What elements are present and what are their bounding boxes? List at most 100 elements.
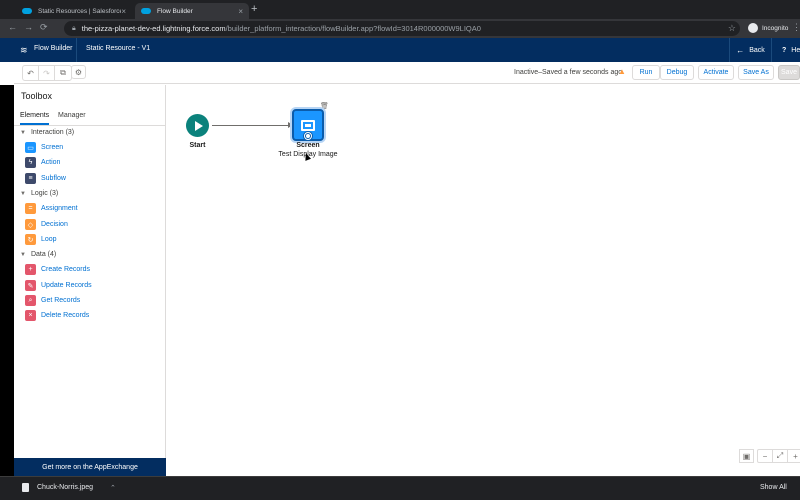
element-screen[interactable]: ▭ Screen [25, 142, 63, 153]
element-decision[interactable]: ◇ Decision [25, 219, 68, 230]
element-label: Assignment [41, 205, 78, 212]
element-subflow[interactable]: ≡ Subflow [25, 173, 66, 184]
app-name: Flow Builder [34, 45, 73, 52]
toolbox-title: Toolbox [21, 91, 53, 101]
salesforce-cloud-icon [141, 8, 151, 14]
tab-manager[interactable]: Manager [58, 112, 86, 119]
url-host: the-pizza-planet-dev-ed.lightning.force.… [81, 24, 226, 33]
save-status: Inactive–Saved a few seconds ago [514, 69, 623, 76]
help-label: He [791, 46, 800, 54]
start-node[interactable] [186, 114, 209, 137]
run-button[interactable]: Run [632, 65, 660, 80]
zoom-out-icon[interactable]: − [758, 450, 773, 462]
connector-handle[interactable] [303, 131, 313, 141]
element-delete-records[interactable]: × Delete Records [25, 310, 89, 321]
element-label: Screen [41, 144, 64, 151]
back-arrow-icon: ← [736, 45, 745, 55]
download-bar: Chuck-Norris.jpeg ⌃ Show All [0, 476, 800, 500]
fit-to-view-icon[interactable]: ⤢ [773, 450, 788, 462]
browser-toolbar: ← → ⟳ 🔒︎ the-pizza-planet-dev-ed.lightni… [0, 19, 800, 38]
new-tab-button[interactable]: + [251, 3, 257, 15]
profile-label: Incognito [762, 24, 789, 32]
chevron-down-icon: ▼ [20, 190, 26, 197]
incognito-icon [748, 23, 758, 33]
element-label: Subflow [41, 175, 66, 182]
flow-toolbar: ↶ ↷ ⧉ ⚙ Inactive–Saved a few seconds ago… [14, 62, 800, 84]
close-tab-icon[interactable]: × [121, 7, 126, 16]
element-label: Create Records [41, 266, 91, 273]
download-item[interactable]: Chuck-Norris.jpeg [22, 483, 93, 492]
section-data[interactable]: ▼ Data (4) [20, 251, 56, 258]
undo-redo-group: ↶ ↷ ⧉ [22, 65, 72, 81]
save-as-button[interactable]: Save As [738, 65, 774, 80]
element-create-records[interactable]: + Create Records [25, 264, 90, 275]
flow-title: Static Resource - V1 [86, 45, 151, 52]
connector-line[interactable] [212, 125, 290, 126]
help-button[interactable]: ? He [771, 38, 800, 62]
loop-icon: ↻ [25, 234, 36, 245]
browser-tab-flow-builder[interactable]: Flow Builder × [135, 3, 249, 19]
flow-builder-logo-icon: ≋ [20, 45, 28, 55]
save-button[interactable]: Save [778, 65, 800, 80]
browser-menu-icon[interactable]: ⋮ [792, 22, 800, 33]
subflow-icon: ≡ [25, 173, 36, 184]
header-divider [76, 38, 77, 62]
element-loop[interactable]: ↻ Loop [25, 234, 57, 245]
chevron-down-icon: ▼ [20, 251, 26, 258]
section-label: Data (4) [30, 251, 57, 258]
incognito-profile[interactable]: Incognito [748, 23, 788, 33]
assignment-icon: = [25, 203, 36, 214]
back-button[interactable]: ← Back [729, 38, 771, 62]
screen-icon [301, 119, 315, 131]
start-label: Start [189, 142, 206, 149]
element-label: Action [41, 159, 61, 166]
element-label: Get Records [41, 297, 81, 304]
element-get-records[interactable]: ⌕ Get Records [25, 295, 80, 306]
debug-button[interactable]: Debug [660, 65, 694, 80]
tab-title: Flow Builder [157, 7, 193, 15]
appexchange-link[interactable]: Get more on the AppExchange [14, 458, 166, 476]
browser-tab-static-resources[interactable]: Static Resources | Salesforce × [16, 3, 132, 19]
element-action[interactable]: ϟ Action [25, 157, 60, 168]
create-records-icon: + [25, 264, 36, 275]
chevron-up-icon[interactable]: ⌃ [110, 484, 116, 492]
play-icon [194, 120, 203, 131]
element-assignment[interactable]: = Assignment [25, 203, 78, 214]
flow-canvas[interactable]: Start 🗑︎ Screen Test Display Image ▣ − ⤢… [167, 85, 800, 476]
section-label: Interaction (3) [30, 129, 75, 136]
zoom-in-icon[interactable]: + [788, 450, 800, 462]
delete-records-icon: × [25, 310, 36, 321]
redo-icon[interactable]: ↷ [39, 66, 55, 80]
minimap-icon[interactable]: ▣ [739, 449, 754, 463]
warning-icon[interactable]: ▲ [618, 67, 626, 76]
close-tab-icon[interactable]: × [238, 7, 243, 16]
salesforce-cloud-icon [22, 8, 32, 14]
section-label: Logic (3) [30, 190, 59, 197]
back-arrow-icon[interactable]: ← [8, 22, 17, 32]
decision-icon: ◇ [25, 219, 36, 230]
forward-arrow-icon[interactable]: → [24, 22, 33, 32]
help-icon: ? [782, 46, 787, 54]
tab-title: Static Resources | Salesforce [38, 7, 122, 15]
section-logic[interactable]: ▼ Logic (3) [20, 190, 58, 197]
section-interaction[interactable]: ▼ Interaction (3) [20, 129, 74, 136]
element-label: Loop [41, 236, 57, 243]
address-bar[interactable]: 🔒︎ the-pizza-planet-dev-ed.lightning.for… [64, 21, 740, 36]
screen-icon: ▭ [25, 142, 36, 153]
copy-icon[interactable]: ⧉ [55, 66, 71, 80]
reload-icon[interactable]: ⟳ [40, 22, 48, 33]
toolbox-tabs: Elements Manager [14, 109, 166, 126]
undo-icon[interactable]: ↶ [23, 66, 39, 80]
element-update-records[interactable]: ✎ Update Records [25, 280, 92, 291]
screen-node-type: Screen [296, 142, 320, 149]
show-all-button[interactable]: Show All [760, 484, 787, 491]
bookmark-star-icon[interactable]: ☆ [728, 23, 736, 34]
settings-gear-icon[interactable]: ⚙ [71, 65, 86, 79]
window-edge [0, 85, 14, 476]
browser-tab-bar: Static Resources | Salesforce × Flow Bui… [0, 0, 800, 19]
activate-button[interactable]: Activate [698, 65, 734, 80]
download-filename: Chuck-Norris.jpeg [37, 484, 94, 491]
tab-elements[interactable]: Elements [20, 112, 50, 125]
lock-icon: 🔒︎ [72, 24, 76, 32]
chevron-down-icon: ▼ [20, 129, 26, 136]
